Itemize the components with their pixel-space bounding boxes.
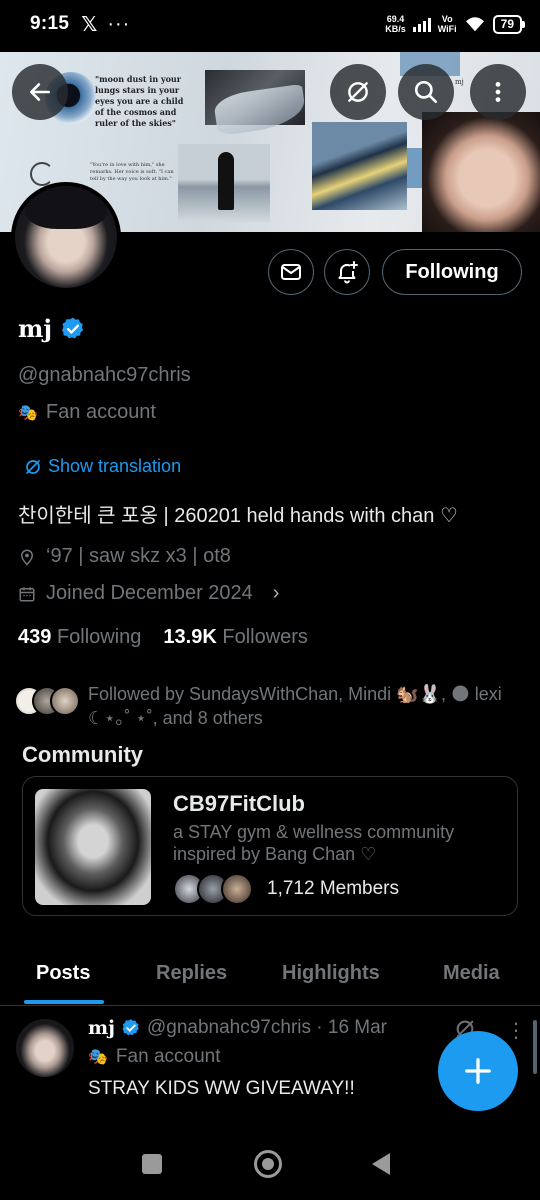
name-row: mj [18, 314, 86, 343]
arrow-left-icon [30, 83, 50, 101]
followed-by-row[interactable]: Followed by SundaysWithChan, Mindi 🐿️🐰, … [14, 682, 524, 730]
tab-highlights[interactable]: Highlights [282, 962, 380, 985]
avatar [15, 186, 117, 288]
vowifi-icon: Vo WiFi [438, 14, 457, 34]
followers-label: Followers [222, 626, 308, 648]
location-text: ‘97 | saw skz x3 | ot8 [46, 545, 231, 567]
calendar-icon [18, 585, 36, 603]
scrollbar[interactable] [533, 1020, 537, 1074]
banner-moon-icon [30, 162, 54, 186]
community-description: a STAY gym & wellness community inspired… [173, 822, 455, 864]
community-name: CB97FitClub [173, 791, 305, 816]
banner-quote: "moon dust in your lungs stars in your e… [95, 74, 184, 128]
status-bar: 9:15 𝕏 ··· 69.4 KB/s Vo WiFi 79 [0, 0, 540, 48]
more-vertical-icon [495, 82, 501, 102]
community-image [35, 789, 151, 905]
x-logo-icon: 𝕏 [81, 13, 98, 36]
active-tab-indicator [24, 1000, 104, 1004]
map-pin-icon [18, 548, 36, 566]
following-label: Following [56, 626, 142, 648]
message-button[interactable] [268, 249, 314, 295]
battery-icon: 79 [492, 14, 526, 34]
followers-count-link[interactable]: 13.9K Followers [163, 626, 308, 649]
network-speed: 69.4 KB/s [385, 14, 406, 34]
translate-button[interactable] [330, 64, 386, 120]
verified-badge-icon [121, 1018, 141, 1038]
notification-dots-icon: ··· [107, 12, 131, 35]
community-members: 1,712 Members [173, 873, 399, 905]
tweet-category: 🎭 Fan account [88, 1046, 221, 1068]
profile-joined[interactable]: Joined December 2024 › [18, 582, 279, 605]
search-button[interactable] [398, 64, 454, 120]
tab-posts[interactable]: Posts [36, 962, 90, 985]
profile-category: 🎭 Fan account [18, 401, 156, 424]
theater-mask-icon: 🎭 [18, 404, 38, 422]
theater-mask-icon: 🎭 [88, 1049, 108, 1066]
tweet-text[interactable]: STRAY KIDS WW GIVEAWAY!! [88, 1078, 355, 1100]
wifi-icon [465, 17, 484, 32]
tab-media[interactable]: Media [443, 962, 500, 985]
tweet-avatar[interactable] [16, 1019, 74, 1077]
following-count-link[interactable]: 439 Following [18, 626, 141, 649]
community-section-title: Community [22, 742, 143, 767]
network-speed-value: 69.4 [386, 14, 405, 24]
banner-wave-photo [312, 122, 407, 210]
translate-icon [26, 459, 40, 474]
category-label: Fan account [45, 401, 156, 423]
banner-small-text: "You're in love with him," she remarks. … [90, 162, 174, 182]
translate-off-icon [348, 82, 368, 102]
banner-corner-text: mj [455, 78, 464, 86]
home-button[interactable] [254, 1150, 282, 1178]
system-back-button[interactable] [372, 1153, 390, 1175]
tweet-more-icon[interactable]: ⋮ [506, 1018, 526, 1043]
vowifi-bottom: WiFi [437, 24, 457, 34]
followed-by-text: Followed by SundaysWithChan, Mindi 🐿️🐰, … [88, 684, 502, 728]
tab-replies[interactable]: Replies [156, 962, 227, 985]
members-count: 1,712 Members [267, 878, 400, 899]
profile-handle: @gnabnahc97chris [18, 364, 191, 386]
envelope-icon [281, 264, 301, 280]
notify-button[interactable] [324, 249, 370, 295]
followed-by-avatars [14, 682, 80, 718]
profile-avatar[interactable] [11, 182, 121, 292]
verified-badge-icon[interactable] [60, 316, 86, 342]
recents-button[interactable] [142, 1154, 162, 1174]
system-navigation-bar [0, 1130, 540, 1200]
plus-icon [465, 1058, 491, 1084]
banner-portrait-photo [422, 112, 540, 232]
tweet-category-label: Fan account [115, 1046, 221, 1067]
followers-count: 13.9K [163, 626, 217, 648]
member-avatars [173, 873, 257, 905]
status-indicators: 69.4 KB/s Vo WiFi 79 [385, 14, 526, 34]
profile-location: ‘97 | saw skz x3 | ot8 [18, 545, 231, 568]
network-speed-unit: KB/s [385, 24, 406, 34]
joined-text: Joined December 2024 [46, 582, 253, 604]
follow-counts: 439 Following 13.9K Followers [18, 626, 308, 649]
search-icon [414, 80, 438, 104]
profile-tabs: Posts Replies Highlights Media [0, 950, 540, 1006]
tweet-handle-date: @gnabnahc97chris · 16 Mar [146, 1017, 388, 1038]
avatar [50, 686, 80, 716]
following-count: 439 [18, 626, 52, 648]
tweet-author-name[interactable]: mj [88, 1017, 115, 1039]
show-translation-link[interactable]: Show translation [24, 456, 181, 477]
signal-icon [412, 17, 431, 32]
status-time: 9:15 [30, 13, 70, 34]
tweet-header: mj @gnabnahc97chris · 16 Mar [88, 1017, 387, 1039]
profile-bio: 찬이한테 큰 포옹 | 260201 held hands with chan … [18, 505, 458, 527]
community-card[interactable]: CB97FitClub a STAY gym & wellness commun… [22, 776, 518, 916]
show-translation-label: Show translation [48, 456, 182, 476]
following-button[interactable]: Following [382, 249, 522, 295]
display-name: mj [18, 314, 53, 343]
banner-figure [218, 152, 234, 210]
back-button[interactable] [12, 64, 68, 120]
bell-plus-icon [338, 261, 358, 284]
more-options-button[interactable] [470, 64, 526, 120]
avatar [221, 873, 253, 905]
chevron-right-icon: › [272, 582, 280, 604]
compose-button[interactable] [438, 1031, 518, 1111]
vowifi-top: Vo [441, 14, 453, 24]
